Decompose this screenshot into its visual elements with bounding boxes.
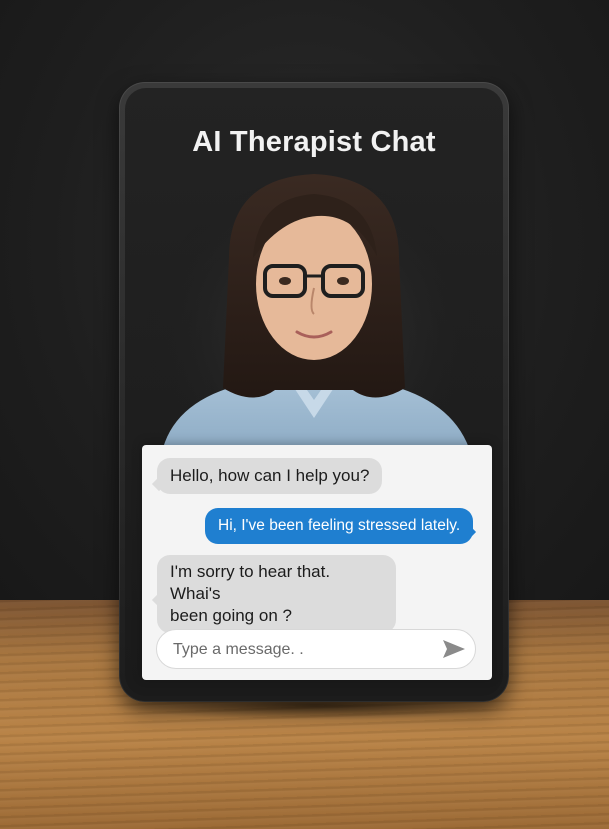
user-message: Hi, I've been feeling stressed lately. bbox=[205, 508, 474, 544]
tablet-screen: AI Therapist Chat Hello, how can I help … bbox=[125, 88, 503, 696]
message-composer bbox=[156, 629, 476, 669]
message-line: I'm sorry to hear that. Whai's bbox=[170, 562, 331, 603]
message-input[interactable] bbox=[171, 638, 435, 662]
therapist-message: I'm sorry to hear that. Whai's been goin… bbox=[157, 555, 396, 633]
send-icon[interactable] bbox=[441, 637, 467, 661]
message-line: been going on ? bbox=[170, 606, 292, 625]
chat-panel: Hello, how can I help you? Hi, I've been… bbox=[142, 445, 492, 680]
page-title: AI Therapist Chat bbox=[192, 126, 436, 158]
tablet-device: AI Therapist Chat Hello, how can I help … bbox=[119, 82, 509, 702]
therapist-message: Hello, how can I help you? bbox=[157, 458, 383, 494]
